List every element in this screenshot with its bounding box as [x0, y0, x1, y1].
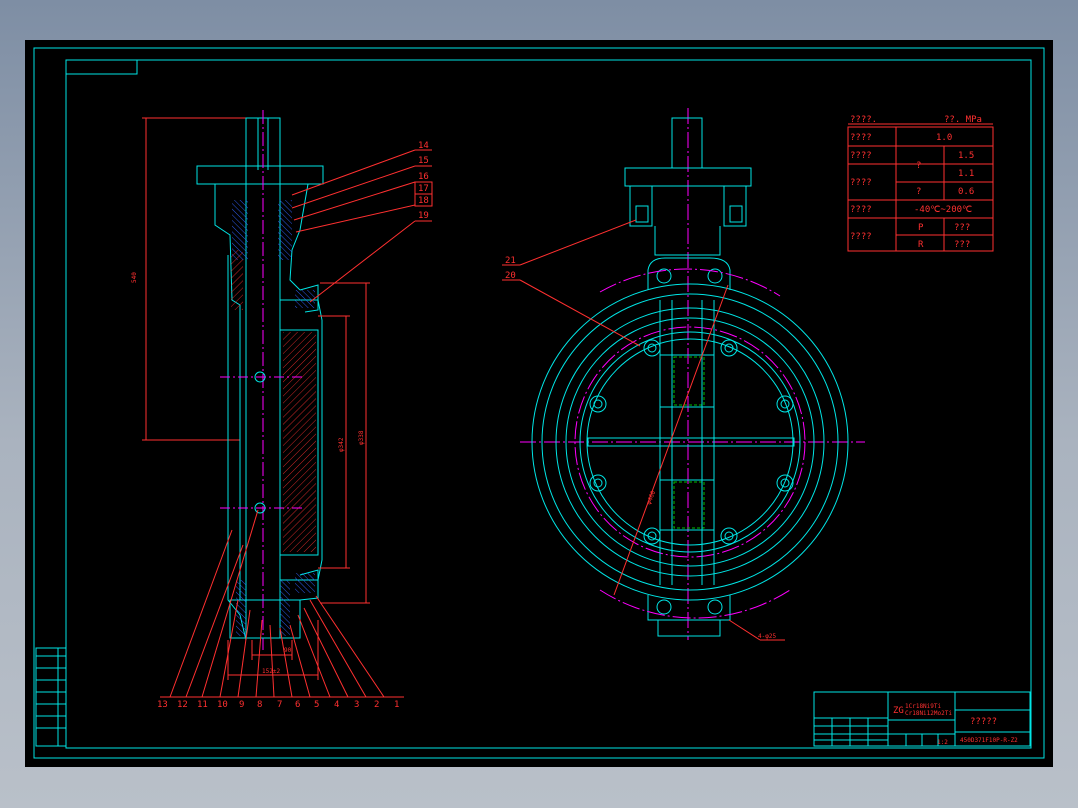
- balloon-18: 18: [418, 196, 429, 206]
- dim-bottom-small: 90: [284, 647, 292, 654]
- table-row-value-3: 0.6: [958, 187, 974, 197]
- hatch-bearing-lower-r: [280, 580, 290, 636]
- table-pressure-header: ??. MPa: [944, 115, 982, 125]
- table-row-label-3: ????: [850, 178, 872, 188]
- balloon-6: 6: [295, 700, 300, 710]
- material-line-1: 1Cr18Ni9Ti: [905, 703, 942, 710]
- table-row-sub-5a: P: [918, 223, 924, 233]
- balloon-11: 11: [197, 700, 208, 710]
- balloon-2: 2: [374, 700, 379, 710]
- balloon-14: 14: [418, 141, 429, 151]
- table-row-label-4: ????: [850, 205, 872, 215]
- material-line-2: Cr18Ni12Mo2Ti: [905, 710, 952, 717]
- balloon-20: 20: [505, 271, 516, 281]
- dim-bottom-width: 152±2: [262, 668, 280, 675]
- dim-phi-outer: φ338: [358, 430, 365, 445]
- balloon-12: 12: [177, 700, 188, 710]
- drawing-area[interactable]: [25, 40, 1053, 767]
- table-row-label-2: ????: [850, 151, 872, 161]
- hatch-packing-upper-r: [278, 200, 292, 260]
- drawing-name: ?????: [970, 717, 997, 727]
- table-row-label-1: ????: [850, 133, 872, 143]
- table-row-sub-3: ?: [916, 187, 921, 197]
- cad-drawing-canvas[interactable]: 540 φ342 φ338 90 152±2 14 15 16 17 18 19…: [0, 0, 1078, 808]
- balloon-1: 1: [394, 700, 399, 710]
- table-title: ????.: [850, 115, 877, 125]
- table-row-value-4: -40℃~200℃: [914, 205, 972, 215]
- table-row-value-2: 1.5: [958, 151, 974, 161]
- table-row-sub-5b: R: [918, 240, 924, 250]
- dim-540-label: 540: [131, 272, 138, 283]
- balloon-8: 8: [257, 700, 262, 710]
- hatch-packing-upper: [232, 200, 248, 260]
- table-row-value-1: 1.0: [936, 133, 952, 143]
- scale-value: 1:2: [937, 739, 948, 746]
- balloon-4: 4: [334, 700, 339, 710]
- balloon-13: 13: [157, 700, 168, 710]
- drawing-number: 450D371F10P-R-Z2: [960, 737, 1018, 744]
- table-row-sub-2: ?: [916, 161, 921, 171]
- balloon-19: 19: [418, 211, 429, 221]
- balloon-3: 3: [354, 700, 359, 710]
- table-row-label-5: ????: [850, 232, 872, 242]
- balloon-9: 9: [239, 700, 244, 710]
- balloon-5: 5: [314, 700, 319, 710]
- balloon-17: 17: [418, 184, 429, 194]
- hatch-seat-upper: [295, 290, 315, 308]
- holes-note: 4-φ25: [758, 633, 776, 640]
- balloon-10: 10: [217, 700, 228, 710]
- viewport-background: 540 φ342 φ338 90 152±2 14 15 16 17 18 19…: [0, 0, 1078, 808]
- hatch-disc: [283, 332, 316, 552]
- dim-phi-inner: φ342: [338, 437, 345, 452]
- balloon-16: 16: [418, 172, 429, 182]
- balloon-21: 21: [505, 256, 516, 266]
- table-row-value-5b: ???: [954, 240, 970, 250]
- table-row-value-2b: 1.1: [958, 169, 974, 179]
- material-prefix: ZG: [893, 706, 904, 716]
- balloon-15: 15: [418, 156, 429, 166]
- balloon-7: 7: [277, 700, 282, 710]
- hatch-bearing-lower: [236, 580, 246, 636]
- hatch-seat-lower: [295, 573, 315, 593]
- table-row-value-5a: ???: [954, 223, 970, 233]
